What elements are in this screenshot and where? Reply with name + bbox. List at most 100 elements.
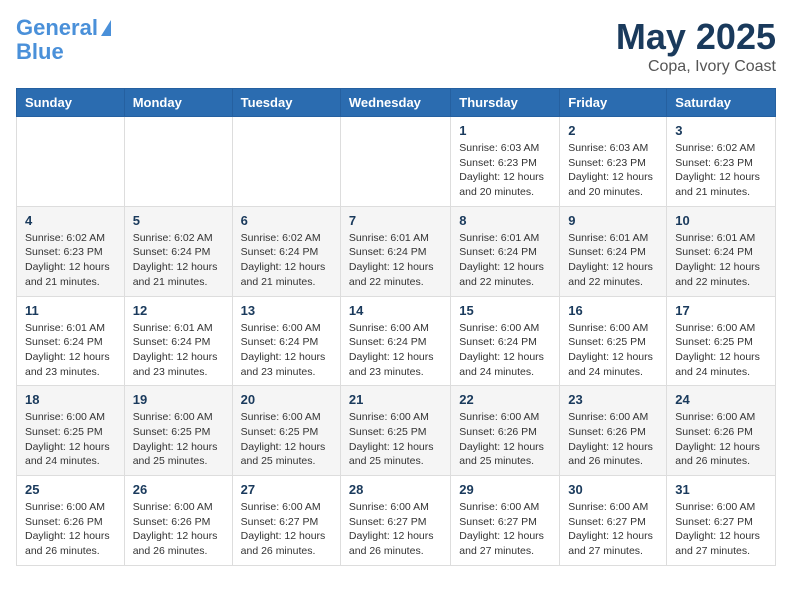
day-number: 10 xyxy=(675,213,767,228)
day-info: Sunrise: 6:01 AM Sunset: 6:24 PM Dayligh… xyxy=(25,321,116,380)
logo: General Blue xyxy=(16,16,111,64)
day-info: Sunrise: 6:00 AM Sunset: 6:26 PM Dayligh… xyxy=(675,410,767,469)
calendar-cell xyxy=(232,117,340,207)
day-number: 21 xyxy=(349,392,442,407)
calendar-cell: 22 Sunrise: 6:00 AM Sunset: 6:26 PM Dayli… xyxy=(451,386,560,476)
page-header: General Blue May 2025 Copa, Ivory Coast xyxy=(16,16,776,76)
day-number: 11 xyxy=(25,303,116,318)
calendar-cell: 20 Sunrise: 6:00 AM Sunset: 6:25 PM Dayli… xyxy=(232,386,340,476)
col-header-friday: Friday xyxy=(560,89,667,117)
day-info: Sunrise: 6:00 AM Sunset: 6:27 PM Dayligh… xyxy=(568,500,658,559)
calendar-cell: 31 Sunrise: 6:00 AM Sunset: 6:27 PM Dayli… xyxy=(667,476,776,566)
calendar-cell: 12Sunrise: 6:01 AM Sunset: 6:24 PM Dayli… xyxy=(124,296,232,386)
day-info: Sunrise: 6:01 AM Sunset: 6:24 PM Dayligh… xyxy=(675,231,767,290)
day-number: 1 xyxy=(459,123,551,138)
day-number: 28 xyxy=(349,482,442,497)
day-number: 14 xyxy=(349,303,442,318)
day-info: Sunrise: 6:02 AM Sunset: 6:24 PM Dayligh… xyxy=(133,231,224,290)
calendar-cell: 25 Sunrise: 6:00 AM Sunset: 6:26 PM Dayli… xyxy=(17,476,125,566)
col-header-saturday: Saturday xyxy=(667,89,776,117)
calendar-cell: 9 Sunrise: 6:01 AM Sunset: 6:24 PM Daylig… xyxy=(560,206,667,296)
calendar-cell: 21 Sunrise: 6:00 AM Sunset: 6:25 PM Dayli… xyxy=(340,386,450,476)
day-number: 7 xyxy=(349,213,442,228)
day-number: 27 xyxy=(241,482,332,497)
calendar-cell xyxy=(17,117,125,207)
calendar-cell xyxy=(340,117,450,207)
col-header-wednesday: Wednesday xyxy=(340,89,450,117)
calendar-cell: 1 Sunrise: 6:03 AM Sunset: 6:23 PM Daylig… xyxy=(451,117,560,207)
day-number: 23 xyxy=(568,392,658,407)
calendar-cell: 30 Sunrise: 6:00 AM Sunset: 6:27 PM Dayli… xyxy=(560,476,667,566)
calendar-cell: 17Sunrise: 6:00 AM Sunset: 6:25 PM Dayli… xyxy=(667,296,776,386)
day-number: 31 xyxy=(675,482,767,497)
day-number: 30 xyxy=(568,482,658,497)
calendar-cell: 5 Sunrise: 6:02 AM Sunset: 6:24 PM Daylig… xyxy=(124,206,232,296)
day-number: 5 xyxy=(133,213,224,228)
day-info: Sunrise: 6:01 AM Sunset: 6:24 PM Dayligh… xyxy=(568,231,658,290)
day-number: 25 xyxy=(25,482,116,497)
day-info: Sunrise: 6:00 AM Sunset: 6:25 PM Dayligh… xyxy=(675,321,767,380)
calendar-cell: 11 Sunrise: 6:01 AM Sunset: 6:24 PM Dayli… xyxy=(17,296,125,386)
day-info: Sunrise: 6:00 AM Sunset: 6:26 PM Dayligh… xyxy=(568,410,658,469)
calendar-cell xyxy=(124,117,232,207)
calendar-cell: 27 Sunrise: 6:00 AM Sunset: 6:27 PM Dayli… xyxy=(232,476,340,566)
day-info: Sunrise: 6:00 AM Sunset: 6:25 PM Dayligh… xyxy=(349,410,442,469)
calendar-cell: 13 Sunrise: 6:00 AM Sunset: 6:24 PM Dayli… xyxy=(232,296,340,386)
calendar-cell: 26Sunrise: 6:00 AM Sunset: 6:26 PM Dayli… xyxy=(124,476,232,566)
day-info: Sunrise: 6:00 AM Sunset: 6:24 PM Dayligh… xyxy=(241,321,332,380)
day-info: Sunrise: 6:00 AM Sunset: 6:27 PM Dayligh… xyxy=(349,500,442,559)
calendar-cell: 14Sunrise: 6:00 AM Sunset: 6:24 PM Dayli… xyxy=(340,296,450,386)
col-header-tuesday: Tuesday xyxy=(232,89,340,117)
calendar-cell: 7 Sunrise: 6:01 AM Sunset: 6:24 PM Daylig… xyxy=(340,206,450,296)
col-header-monday: Monday xyxy=(124,89,232,117)
day-number: 20 xyxy=(241,392,332,407)
calendar-cell: 3 Sunrise: 6:02 AM Sunset: 6:23 PM Daylig… xyxy=(667,117,776,207)
day-info: Sunrise: 6:00 AM Sunset: 6:27 PM Dayligh… xyxy=(459,500,551,559)
day-number: 13 xyxy=(241,303,332,318)
day-number: 12 xyxy=(133,303,224,318)
calendar-table: SundayMondayTuesdayWednesdayThursdayFrid… xyxy=(16,88,776,566)
logo-text-line2: Blue xyxy=(16,40,64,64)
day-info: Sunrise: 6:00 AM Sunset: 6:26 PM Dayligh… xyxy=(459,410,551,469)
day-info: Sunrise: 6:01 AM Sunset: 6:24 PM Dayligh… xyxy=(459,231,551,290)
day-number: 22 xyxy=(459,392,551,407)
day-number: 19 xyxy=(133,392,224,407)
day-info: Sunrise: 6:02 AM Sunset: 6:23 PM Dayligh… xyxy=(675,141,767,200)
calendar-cell: 6 Sunrise: 6:02 AM Sunset: 6:24 PM Daylig… xyxy=(232,206,340,296)
day-number: 4 xyxy=(25,213,116,228)
day-info: Sunrise: 6:03 AM Sunset: 6:23 PM Dayligh… xyxy=(568,141,658,200)
day-number: 29 xyxy=(459,482,551,497)
calendar-cell: 2 Sunrise: 6:03 AM Sunset: 6:23 PM Daylig… xyxy=(560,117,667,207)
month-title: May 2025 xyxy=(616,16,776,58)
day-info: Sunrise: 6:00 AM Sunset: 6:26 PM Dayligh… xyxy=(133,500,224,559)
day-info: Sunrise: 6:00 AM Sunset: 6:27 PM Dayligh… xyxy=(241,500,332,559)
day-info: Sunrise: 6:00 AM Sunset: 6:26 PM Dayligh… xyxy=(25,500,116,559)
day-info: Sunrise: 6:00 AM Sunset: 6:25 PM Dayligh… xyxy=(568,321,658,380)
calendar-cell: 4Sunrise: 6:02 AM Sunset: 6:23 PM Daylig… xyxy=(17,206,125,296)
day-number: 6 xyxy=(241,213,332,228)
col-header-sunday: Sunday xyxy=(17,89,125,117)
calendar-cell: 10 Sunrise: 6:01 AM Sunset: 6:24 PM Dayli… xyxy=(667,206,776,296)
col-header-thursday: Thursday xyxy=(451,89,560,117)
calendar-cell: 28 Sunrise: 6:00 AM Sunset: 6:27 PM Dayli… xyxy=(340,476,450,566)
calendar-cell: 24 Sunrise: 6:00 AM Sunset: 6:26 PM Dayli… xyxy=(667,386,776,476)
day-info: Sunrise: 6:00 AM Sunset: 6:25 PM Dayligh… xyxy=(25,410,116,469)
day-info: Sunrise: 6:01 AM Sunset: 6:24 PM Dayligh… xyxy=(349,231,442,290)
day-number: 18 xyxy=(25,392,116,407)
day-number: 24 xyxy=(675,392,767,407)
calendar-cell: 29 Sunrise: 6:00 AM Sunset: 6:27 PM Dayli… xyxy=(451,476,560,566)
day-number: 9 xyxy=(568,213,658,228)
day-number: 3 xyxy=(675,123,767,138)
day-info: Sunrise: 6:03 AM Sunset: 6:23 PM Dayligh… xyxy=(459,141,551,200)
title-block: May 2025 Copa, Ivory Coast xyxy=(616,16,776,76)
day-number: 16 xyxy=(568,303,658,318)
day-info: Sunrise: 6:00 AM Sunset: 6:25 PM Dayligh… xyxy=(133,410,224,469)
day-info: Sunrise: 6:00 AM Sunset: 6:24 PM Dayligh… xyxy=(459,321,551,380)
calendar-cell: 8Sunrise: 6:01 AM Sunset: 6:24 PM Daylig… xyxy=(451,206,560,296)
day-info: Sunrise: 6:00 AM Sunset: 6:27 PM Dayligh… xyxy=(675,500,767,559)
calendar-cell: 19 Sunrise: 6:00 AM Sunset: 6:25 PM Dayli… xyxy=(124,386,232,476)
day-info: Sunrise: 6:00 AM Sunset: 6:25 PM Dayligh… xyxy=(241,410,332,469)
calendar-cell: 15Sunrise: 6:00 AM Sunset: 6:24 PM Dayli… xyxy=(451,296,560,386)
day-info: Sunrise: 6:02 AM Sunset: 6:24 PM Dayligh… xyxy=(241,231,332,290)
day-number: 2 xyxy=(568,123,658,138)
